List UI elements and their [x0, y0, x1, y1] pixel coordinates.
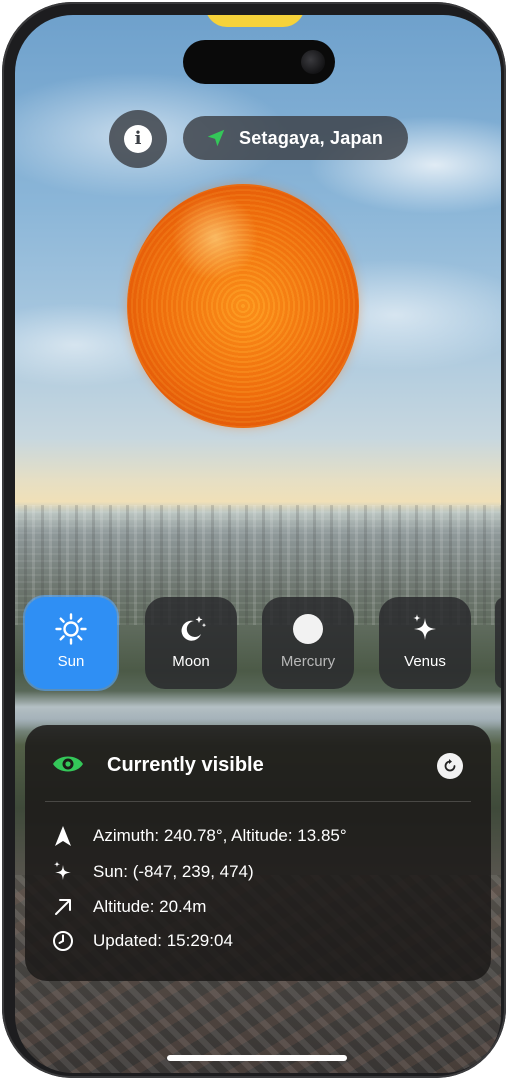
- altitude-text: Altitude: 20.4m: [93, 897, 207, 916]
- azimuth-text: Azimuth: 240.78°, Altitude: 13.85°: [93, 826, 347, 845]
- tile-moon-label: Moon: [172, 653, 210, 670]
- updated-text: Updated: 15:29:04: [93, 931, 233, 950]
- tile-venus[interactable]: Venus: [379, 597, 471, 689]
- top-sticker-decoration: [205, 15, 305, 27]
- location-name: Setagaya, Japan: [239, 127, 384, 148]
- azimuth-row: Azimuth: 240.78°, Altitude: 13.85°: [51, 823, 347, 849]
- position-text: Sun: (-847, 239, 474): [93, 862, 254, 881]
- dynamic-island: [183, 40, 335, 84]
- refresh-button[interactable]: [437, 753, 463, 779]
- moon-stars-icon: [173, 611, 209, 647]
- updated-row: Updated: 15:29:04: [51, 928, 233, 954]
- visibility-title: Currently visible: [107, 754, 264, 776]
- info-button[interactable]: i: [109, 110, 167, 168]
- camera-background: i Setagaya, Japan Sun Moon Mercury Venus…: [15, 15, 501, 1073]
- sun-icon: [53, 611, 89, 647]
- tile-moon[interactable]: Moon: [145, 597, 237, 689]
- planet-circle-icon: [290, 611, 326, 647]
- home-indicator[interactable]: [167, 1055, 347, 1061]
- visibility-panel: Currently visible Azimuth: 240.78°, Alti…: [25, 725, 491, 981]
- camera-icon: [301, 50, 325, 74]
- celestial-body-selector: Sun Moon Mercury Venus: [15, 597, 501, 697]
- tile-venus-label: Venus: [404, 653, 446, 670]
- refresh-icon: [444, 759, 456, 772]
- clock-icon: [51, 929, 75, 953]
- tile-sun-label: Sun: [57, 653, 85, 670]
- tile-mercury-label: Mercury: [280, 653, 336, 670]
- arrow-up-right-icon: [51, 895, 75, 919]
- sun-ar-object[interactable]: [127, 184, 359, 428]
- tile-sun[interactable]: Sun: [25, 597, 117, 689]
- location-pill[interactable]: Setagaya, Japan: [183, 116, 408, 160]
- tile-next-partial[interactable]: [495, 597, 501, 689]
- compass-arrow-icon: [51, 824, 75, 848]
- panel-divider: [45, 801, 471, 802]
- phone-frame: i Setagaya, Japan Sun Moon Mercury Venus…: [2, 2, 506, 1078]
- altitude-row: Altitude: 20.4m: [51, 894, 206, 920]
- location-arrow-icon: [207, 129, 225, 147]
- info-icon: i: [124, 125, 152, 153]
- position-row: Sun: (-847, 239, 474): [51, 859, 254, 885]
- sparkle-icon: [407, 611, 443, 647]
- eye-icon: [53, 756, 83, 772]
- tile-mercury[interactable]: Mercury: [262, 597, 354, 689]
- sparkles-icon: [51, 860, 75, 884]
